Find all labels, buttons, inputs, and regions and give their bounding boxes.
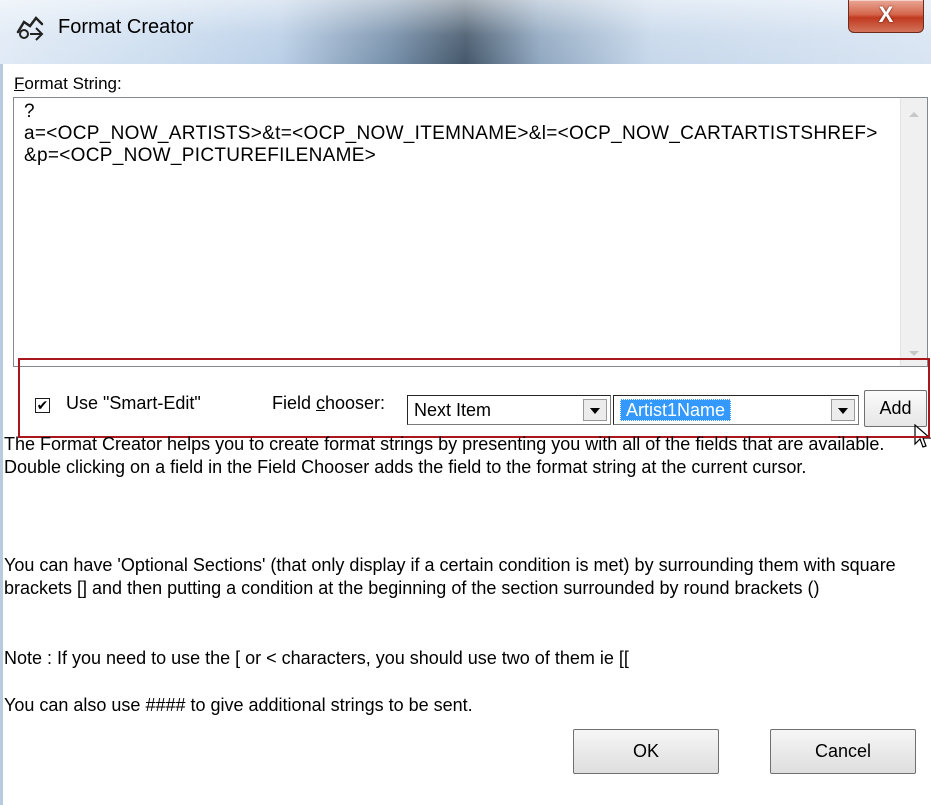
- smart-edit-checkbox[interactable]: ✔: [35, 398, 50, 413]
- ok-button[interactable]: OK: [573, 729, 719, 774]
- field-name-dropdown[interactable]: Artist1Name: [613, 395, 859, 425]
- field-name-value: Artist1Name: [620, 399, 732, 421]
- help-paragraph-optional-sections: You can have 'Optional Sections' (that o…: [4, 555, 896, 598]
- cancel-button[interactable]: Cancel: [770, 729, 916, 774]
- chevron-down-icon: [838, 408, 848, 414]
- window-title: Format Creator: [58, 16, 194, 38]
- format-string-value[interactable]: ? a=<OCP_NOW_ARTISTS>&t=<OCP_NOW_ITEMNAM…: [24, 101, 884, 167]
- help-paragraph-note: Note : If you need to use the [ or < cha…: [4, 648, 629, 668]
- field-category-dropdown-button[interactable]: [583, 399, 607, 421]
- vertical-scrollbar[interactable]: [900, 98, 927, 366]
- format-string-label: Format String:: [14, 74, 122, 93]
- field-category-value: Next Item: [414, 400, 492, 420]
- smart-edit-label[interactable]: Use "Smart-Edit": [66, 393, 201, 414]
- field-chooser-label: Field chooser:: [272, 393, 386, 413]
- add-field-button[interactable]: Add: [864, 390, 927, 427]
- scroll-down-arrow-icon[interactable]: [909, 351, 919, 356]
- chevron-down-icon: [590, 408, 600, 414]
- help-paragraph-additional-strings: You can also use #### to give additional…: [4, 695, 473, 715]
- title-bar[interactable]: Format Creator X: [0, 0, 931, 64]
- field-category-dropdown[interactable]: Next Item: [407, 395, 611, 425]
- format-creator-app-icon: [16, 16, 44, 41]
- close-button[interactable]: X: [848, 0, 924, 33]
- format-string-textarea[interactable]: ? a=<OCP_NOW_ARTISTS>&t=<OCP_NOW_ITEMNAM…: [13, 97, 928, 367]
- close-icon: X: [878, 2, 894, 27]
- window-frame: [0, 64, 3, 805]
- field-name-dropdown-button[interactable]: [831, 399, 855, 421]
- scroll-up-arrow-icon[interactable]: [909, 112, 919, 117]
- help-paragraph-intro: The Format Creator helps you to create f…: [4, 434, 885, 477]
